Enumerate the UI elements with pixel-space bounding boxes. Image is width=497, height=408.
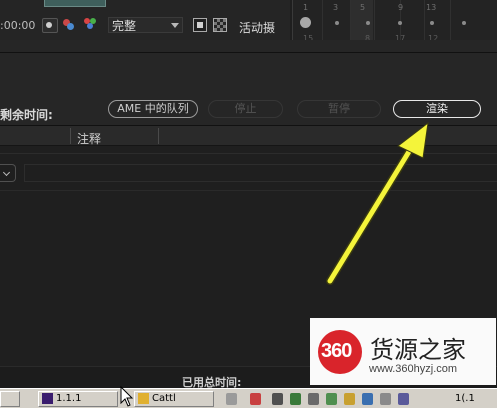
taskbar-app-button[interactable]: 1.1.1 bbox=[38, 391, 118, 407]
folder-icon bbox=[138, 393, 149, 404]
tray-icon[interactable] bbox=[290, 393, 301, 405]
taskbar-button-label: Cattl bbox=[152, 393, 176, 404]
tray-icon[interactable] bbox=[398, 393, 409, 405]
watermark-title: 货源之家 bbox=[370, 336, 466, 364]
tray-icon[interactable] bbox=[380, 393, 391, 405]
tray-icon[interactable] bbox=[326, 393, 337, 405]
taskbar-button-label: 1.1.1 bbox=[56, 393, 82, 404]
watermark-url: www.360hyzj.com bbox=[369, 363, 458, 375]
arrow-icon bbox=[326, 121, 429, 285]
tray-icon[interactable] bbox=[250, 393, 261, 405]
taskbar-clock[interactable]: 1(.1 bbox=[455, 393, 475, 404]
taskbar-button[interactable] bbox=[0, 391, 20, 407]
tray-icon[interactable] bbox=[272, 393, 283, 405]
taskbar-app-button[interactable]: Cattl bbox=[134, 391, 214, 407]
after-effects-app-icon bbox=[42, 393, 53, 404]
tray-icon[interactable] bbox=[362, 393, 373, 405]
tray-icon[interactable] bbox=[308, 393, 319, 405]
tray-icon[interactable] bbox=[226, 393, 237, 405]
tray-icon[interactable] bbox=[344, 393, 355, 405]
watermark-logo-text: 360 bbox=[321, 340, 352, 362]
